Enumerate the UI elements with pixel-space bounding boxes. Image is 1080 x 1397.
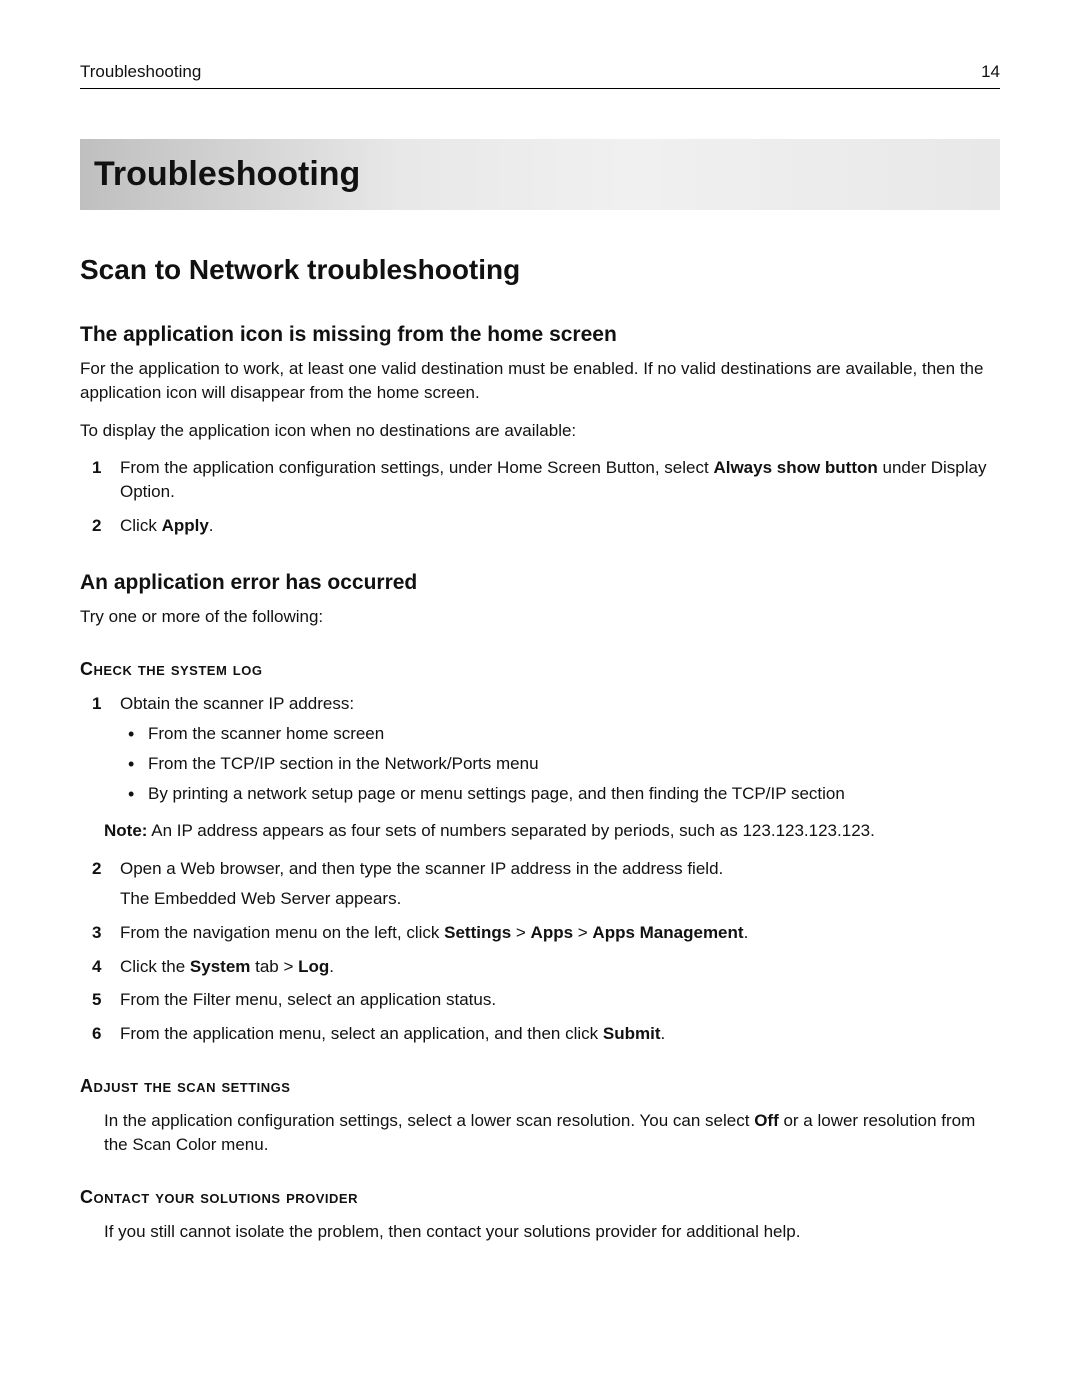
note: Note: An IP address appears as four sets…	[104, 819, 1000, 843]
bullet-list: From the scanner home screen From the TC…	[120, 722, 1000, 805]
bold-text: Submit	[603, 1024, 661, 1043]
list-marker: 6	[92, 1022, 101, 1046]
ordered-list: 1 From the application configuration set…	[80, 456, 1000, 537]
section-heading: Scan to Network troubleshooting	[80, 250, 1000, 289]
text: From the Filter menu, select an applicat…	[120, 990, 496, 1009]
text: In the application configuration setting…	[104, 1111, 754, 1130]
bold-text: Apply	[162, 516, 209, 535]
text: Click the	[120, 957, 190, 976]
text: .	[661, 1024, 666, 1043]
text: Click	[120, 516, 162, 535]
ordered-list: 1 Obtain the scanner IP address: From th…	[80, 692, 1000, 805]
bold-text: Off	[754, 1111, 779, 1130]
list-marker: 1	[92, 692, 101, 716]
bold-text: Always show button	[713, 458, 877, 477]
bold-text: Apps Management	[592, 923, 743, 942]
list-marker: 5	[92, 988, 101, 1012]
text: From the navigation menu on the left, cl…	[120, 923, 444, 942]
paragraph: To display the application icon when no …	[80, 419, 1000, 443]
subsection-missing-icon: The application icon is missing from the…	[80, 320, 1000, 349]
paragraph: In the application configuration setting…	[104, 1109, 1000, 1157]
text: >	[573, 923, 592, 942]
header-page-number: 14	[981, 60, 1000, 84]
list-marker: 2	[92, 857, 101, 881]
paragraph: Try one or more of the following:	[80, 605, 1000, 629]
list-item: 6 From the application menu, select an a…	[80, 1022, 1000, 1046]
text: .	[744, 923, 749, 942]
list-item: By printing a network setup page or menu…	[120, 782, 1000, 806]
list-item: From the scanner home screen	[120, 722, 1000, 746]
page-title: Troubleshooting	[80, 139, 1000, 211]
list-item: 5 From the Filter menu, select an applic…	[80, 988, 1000, 1012]
text: The Embedded Web Server appears.	[120, 887, 1000, 911]
list-marker: 2	[92, 514, 101, 538]
topic-contact-provider: Contact your solutions provider	[80, 1185, 1000, 1210]
note-text: An IP address appears as four sets of nu…	[147, 821, 874, 840]
text: From the application menu, select an app…	[120, 1024, 603, 1043]
bold-text: Settings	[444, 923, 511, 942]
list-item: 4 Click the System tab > Log.	[80, 955, 1000, 979]
text: >	[511, 923, 530, 942]
bold-text: Log	[298, 957, 329, 976]
subsection-app-error: An application error has occurred	[80, 568, 1000, 597]
list-marker: 1	[92, 456, 101, 480]
topic-adjust-scan-settings: Adjust the scan settings	[80, 1074, 1000, 1099]
list-marker: 4	[92, 955, 101, 979]
topic-check-system-log: Check the system log	[80, 657, 1000, 682]
list-item: 3 From the navigation menu on the left, …	[80, 921, 1000, 945]
text: From the application configuration setti…	[120, 458, 713, 477]
note-label: Note:	[104, 821, 147, 840]
text: Open a Web browser, and then type the sc…	[120, 859, 723, 878]
header-section: Troubleshooting	[80, 60, 201, 84]
text: .	[329, 957, 334, 976]
paragraph: For the application to work, at least on…	[80, 357, 1000, 405]
text: tab >	[250, 957, 298, 976]
list-item: 2 Click Apply.	[80, 514, 1000, 538]
list-marker: 3	[92, 921, 101, 945]
text: Obtain the scanner IP address:	[120, 694, 354, 713]
page-header: Troubleshooting 14	[80, 60, 1000, 89]
list-item: 1 Obtain the scanner IP address: From th…	[80, 692, 1000, 805]
bold-text: System	[190, 957, 250, 976]
text: .	[209, 516, 214, 535]
bold-text: Apps	[531, 923, 574, 942]
list-item: 2 Open a Web browser, and then type the …	[80, 857, 1000, 911]
list-item: 1 From the application configuration set…	[80, 456, 1000, 504]
list-item: From the TCP/IP section in the Network/P…	[120, 752, 1000, 776]
paragraph: If you still cannot isolate the problem,…	[104, 1220, 1000, 1244]
ordered-list: 2 Open a Web browser, and then type the …	[80, 857, 1000, 1046]
